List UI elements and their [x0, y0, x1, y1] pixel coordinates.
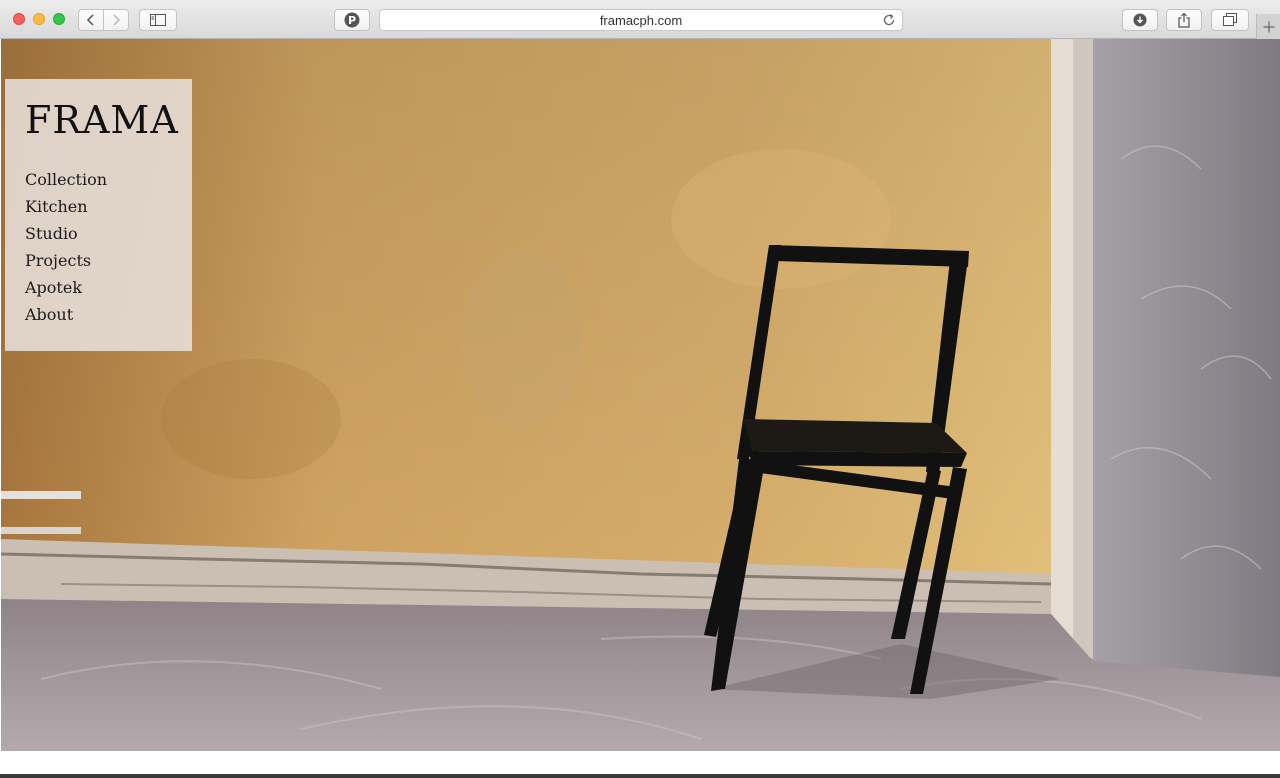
reload-icon[interactable]	[882, 13, 896, 27]
tabs-icon	[1223, 13, 1237, 26]
url-text: framacph.com	[599, 13, 683, 28]
download-icon	[1133, 13, 1147, 27]
downloads-button[interactable]	[1122, 9, 1158, 31]
chevron-right-icon	[113, 14, 121, 26]
site-menu-panel: FRAMA Collection Kitchen Studio Projects…	[5, 79, 192, 351]
share-icon	[1178, 12, 1190, 28]
chair-photo	[1, 39, 1280, 751]
address-bar[interactable]: framacph.com	[379, 9, 903, 31]
nav-item-kitchen[interactable]: Kitchen	[25, 196, 107, 223]
plus-icon	[1263, 21, 1274, 32]
nav-item-collection[interactable]: Collection	[25, 169, 107, 196]
share-button[interactable]	[1166, 9, 1202, 31]
svg-text:P: P	[348, 14, 356, 27]
nav-item-apotek[interactable]: Apotek	[25, 277, 107, 304]
sidebar-icon	[150, 14, 166, 26]
pinterest-button[interactable]: P	[334, 9, 370, 31]
zoom-window-button[interactable]	[53, 13, 65, 25]
chevron-left-icon	[86, 14, 94, 26]
browser-toolbar: P framacph.com	[0, 0, 1280, 39]
show-tabs-button[interactable]	[1211, 9, 1249, 31]
nav-item-studio[interactable]: Studio	[25, 223, 107, 250]
new-tab-button[interactable]	[1256, 14, 1280, 39]
forward-button[interactable]	[103, 9, 129, 31]
minimize-window-button[interactable]	[33, 13, 45, 25]
back-button[interactable]	[78, 9, 104, 31]
site-nav: Collection Kitchen Studio Projects Apote…	[25, 169, 107, 331]
pinterest-icon: P	[344, 12, 360, 28]
sidebar-button[interactable]	[139, 9, 177, 31]
nav-item-about[interactable]: About	[25, 304, 107, 331]
site-logo[interactable]: FRAMA	[25, 101, 179, 139]
window-bottom-edge	[0, 774, 1280, 778]
nav-item-projects[interactable]: Projects	[25, 250, 107, 277]
hero-image: FRAMA Collection Kitchen Studio Projects…	[1, 39, 1280, 751]
close-window-button[interactable]	[13, 13, 25, 25]
